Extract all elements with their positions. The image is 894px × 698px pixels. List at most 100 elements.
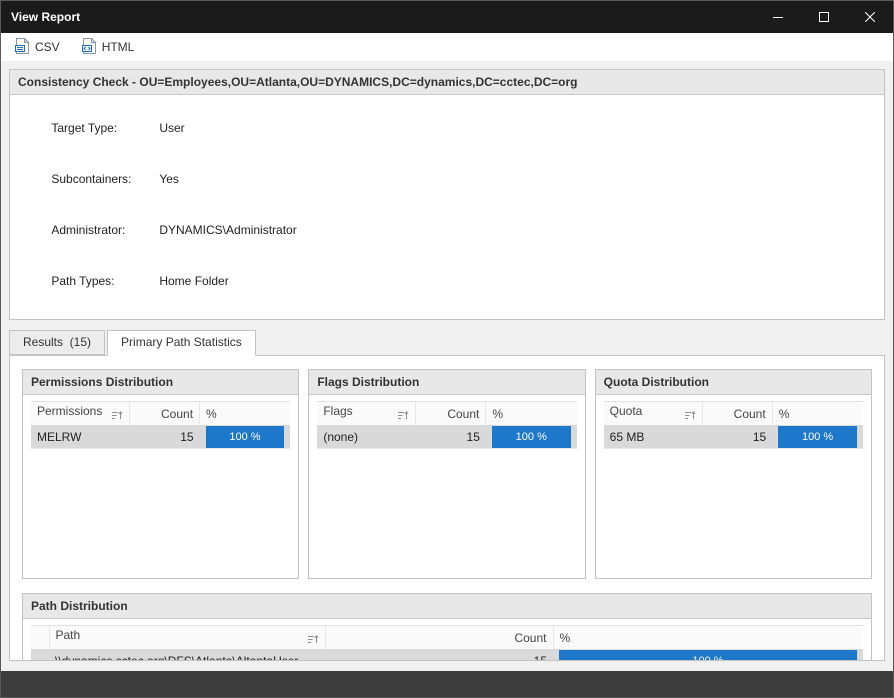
quota-distribution-title: Quota Distribution	[596, 370, 871, 395]
quota-distribution-body: Quota Count % 65 MB 15	[596, 395, 871, 578]
column-header-quota[interactable]: Quota	[604, 402, 703, 426]
maximize-button[interactable]	[801, 1, 847, 33]
percent-bar: 100 %	[559, 650, 857, 661]
tab-strip: Results (15) Primary Path Statistics	[9, 330, 885, 355]
sort-ascending-icon	[308, 633, 319, 647]
field-value: Yes	[159, 172, 179, 186]
table-row[interactable]: \\dynamics.cctec.org\DFS\Atlanta\Altanta…	[31, 650, 863, 662]
field-label: Administrator:	[51, 222, 159, 239]
column-header-label: Quota	[610, 404, 643, 418]
minimize-button[interactable]	[755, 1, 801, 33]
table-header-row: Path Count %	[31, 626, 863, 650]
quota-distribution-box: Quota Distribution Quota	[595, 369, 872, 579]
distribution-row: Permissions Distribution	[22, 369, 872, 579]
sort-ascending-icon	[685, 409, 696, 423]
column-header-percent[interactable]: %	[553, 626, 863, 650]
cell-flags[interactable]: (none)	[317, 426, 416, 449]
column-header-percent[interactable]: %	[486, 402, 577, 426]
cell-percent[interactable]: 100 %	[772, 426, 863, 449]
toolbar: CSV HTML	[1, 33, 893, 61]
permissions-distribution-box: Permissions Distribution	[22, 369, 299, 579]
cell-path[interactable]: \\dynamics.cctec.org\DFS\Atlanta\Altanta…	[49, 650, 325, 662]
sort-ascending-icon	[112, 409, 123, 423]
window-controls	[755, 1, 893, 33]
field-value: DYNAMICS\Administrator	[159, 223, 296, 237]
close-button[interactable]	[847, 1, 893, 33]
percent-bar-label: 100 %	[802, 431, 833, 443]
field-label: Target Type:	[51, 120, 159, 137]
percent-bar-label: 100 %	[692, 655, 723, 661]
field-path-types: Path Types:Home Folder	[18, 256, 876, 307]
field-administrator: Administrator:DYNAMICS\Administrator	[18, 205, 876, 256]
column-header-count[interactable]: Count	[325, 626, 553, 650]
field-value: Home Folder	[159, 274, 228, 288]
column-header-label: Path	[56, 628, 81, 642]
minimize-icon	[773, 12, 783, 22]
path-distribution-body: Path Count % \\dynamics.cctec.org\DFS\At…	[23, 619, 871, 661]
flags-distribution-body: Flags Count % (none) 15	[309, 395, 584, 578]
field-target-type: Target Type:User	[18, 103, 876, 154]
html-export-button[interactable]: HTML	[74, 34, 143, 61]
field-value: User	[159, 121, 184, 135]
column-header-flags[interactable]: Flags	[317, 402, 416, 426]
cell-count[interactable]: 15	[702, 426, 772, 449]
table-row[interactable]: MELRW 15 100 %	[31, 426, 290, 449]
field-subcontainers: Subcontainers:Yes	[18, 154, 876, 205]
table-header-row: Flags Count %	[317, 402, 576, 426]
flags-distribution-title: Flags Distribution	[309, 370, 584, 395]
percent-bar: 100 %	[206, 426, 285, 448]
path-distribution-box: Path Distribution Path	[22, 593, 872, 661]
column-header-count[interactable]: Count	[130, 402, 200, 426]
window-bottom-bar	[1, 671, 893, 697]
cell-row-indicator[interactable]	[31, 650, 49, 662]
cell-permissions[interactable]: MELRW	[31, 426, 130, 449]
report-summary-fields: Target Type:User Subcontainers:Yes Admin…	[10, 95, 884, 319]
csv-file-icon	[15, 38, 30, 57]
cell-percent[interactable]: 100 %	[553, 650, 863, 662]
html-file-icon	[82, 38, 97, 57]
close-icon	[865, 12, 875, 22]
column-header-percent[interactable]: %	[200, 402, 291, 426]
path-table: Path Count % \\dynamics.cctec.org\DFS\At…	[31, 625, 863, 661]
column-header-label: Flags	[323, 404, 352, 418]
column-header-count[interactable]: Count	[416, 402, 486, 426]
table-row[interactable]: 65 MB 15 100 %	[604, 426, 863, 449]
cell-percent[interactable]: 100 %	[486, 426, 577, 449]
view-report-window: View Report C	[0, 0, 894, 698]
report-summary-box: Consistency Check - OU=Employees,OU=Atla…	[9, 69, 885, 320]
column-header-label: Permissions	[37, 404, 102, 418]
column-header-permissions[interactable]: Permissions	[31, 402, 130, 426]
column-header-path[interactable]: Path	[49, 626, 325, 650]
cell-quota[interactable]: 65 MB	[604, 426, 703, 449]
window-title: View Report	[1, 10, 80, 24]
csv-export-button[interactable]: CSV	[7, 34, 68, 61]
field-label: Path Types:	[51, 273, 159, 290]
percent-bar-label: 100 %	[229, 431, 260, 443]
field-label: Subcontainers:	[51, 171, 159, 188]
titlebar[interactable]: View Report	[1, 1, 893, 33]
report-summary-title: Consistency Check - OU=Employees,OU=Atla…	[10, 70, 884, 95]
cell-percent[interactable]: 100 %	[200, 426, 291, 449]
csv-button-label: CSV	[35, 40, 60, 54]
quota-table: Quota Count % 65 MB 15	[604, 401, 863, 449]
table-row[interactable]: (none) 15 100 %	[317, 426, 576, 449]
tab-results[interactable]: Results (15)	[9, 330, 105, 355]
permissions-distribution-title: Permissions Distribution	[23, 370, 298, 395]
sort-ascending-icon	[398, 409, 409, 423]
cell-count[interactable]: 15	[130, 426, 200, 449]
cell-count[interactable]: 15	[416, 426, 486, 449]
column-header-percent[interactable]: %	[772, 402, 863, 426]
flags-table: Flags Count % (none) 15	[317, 401, 576, 449]
table-header-row: Permissions Count %	[31, 402, 290, 426]
percent-bar: 100 %	[492, 426, 571, 448]
permissions-table: Permissions Count % MELRW 15	[31, 401, 290, 449]
primary-path-statistics-panel: Permissions Distribution	[9, 355, 885, 661]
html-button-label: HTML	[102, 40, 135, 54]
table-header-row: Quota Count %	[604, 402, 863, 426]
cell-count[interactable]: 15	[325, 650, 553, 662]
column-header-count[interactable]: Count	[702, 402, 772, 426]
tab-primary-path-statistics[interactable]: Primary Path Statistics	[107, 330, 256, 356]
path-distribution-title: Path Distribution	[23, 594, 871, 619]
percent-bar-label: 100 %	[516, 431, 547, 443]
flags-distribution-box: Flags Distribution Flags	[308, 369, 585, 579]
